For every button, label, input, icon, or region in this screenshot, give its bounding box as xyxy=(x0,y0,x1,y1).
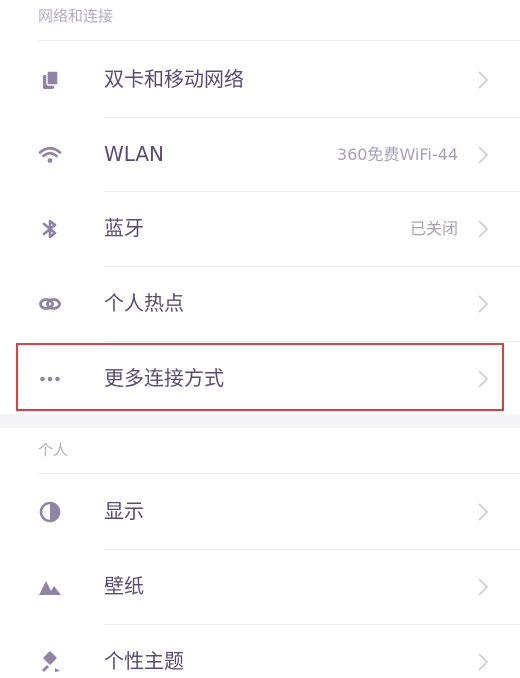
chevron-right-icon xyxy=(476,369,490,389)
chevron-right-icon xyxy=(476,502,490,522)
display-contrast-icon xyxy=(38,500,62,524)
row-label: 更多连接方式 xyxy=(104,366,224,390)
section-header-personal: 个人 xyxy=(38,441,69,459)
settings-screen: 网络和连接 双卡和移动网络 WLAN 360免费WiFi-44 蓝牙 已关闭 个… xyxy=(0,0,520,678)
row-label: 显示 xyxy=(104,499,144,523)
hotspot-icon xyxy=(38,292,62,316)
row-label: WLAN xyxy=(104,142,165,166)
row-label: 壁纸 xyxy=(104,574,144,598)
bluetooth-status: 已关闭 xyxy=(409,219,458,238)
section-separator xyxy=(0,414,520,428)
settings-row-hotspot[interactable]: 个人热点 xyxy=(0,266,520,341)
settings-row-dual-sim[interactable]: 双卡和移动网络 xyxy=(0,42,520,117)
settings-row-more-connections[interactable]: 更多连接方式 xyxy=(0,341,520,416)
more-dots-icon xyxy=(38,367,62,391)
chevron-right-icon xyxy=(476,145,490,165)
settings-row-wallpaper[interactable]: 壁纸 xyxy=(0,549,520,624)
wifi-network-name: 360免费WiFi-44 xyxy=(336,145,458,164)
wallpaper-mountain-icon xyxy=(38,575,62,599)
chevron-right-icon xyxy=(476,219,490,239)
row-label: 个性主题 xyxy=(104,649,184,673)
row-label: 蓝牙 xyxy=(104,216,144,240)
chevron-right-icon xyxy=(476,652,490,672)
sim-card-icon xyxy=(38,68,62,92)
theme-brush-icon xyxy=(38,650,62,674)
bluetooth-icon xyxy=(38,217,62,241)
row-label: 个人热点 xyxy=(104,291,184,315)
divider xyxy=(38,40,520,41)
row-label: 双卡和移动网络 xyxy=(104,67,244,91)
settings-row-bluetooth[interactable]: 蓝牙 已关闭 xyxy=(0,191,520,266)
settings-row-theme[interactable]: 个性主题 xyxy=(0,624,520,678)
wifi-icon xyxy=(38,143,62,167)
section-header-network: 网络和连接 xyxy=(38,7,114,25)
chevron-right-icon xyxy=(476,294,490,314)
settings-row-wlan[interactable]: WLAN 360免费WiFi-44 xyxy=(0,117,520,192)
chevron-right-icon xyxy=(476,70,490,90)
settings-row-display[interactable]: 显示 xyxy=(0,474,520,549)
chevron-right-icon xyxy=(476,577,490,597)
